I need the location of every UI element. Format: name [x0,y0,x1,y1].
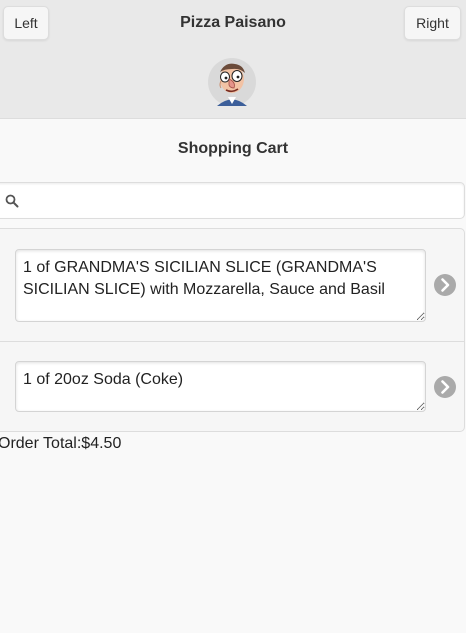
cart-item-text[interactable]: 1 of 20oz Soda (Coke) [15,361,426,412]
chevron-right-icon[interactable] [434,274,456,296]
order-total: Order Total:$4.50 [0,435,121,453]
cart-item-list: 1 of GRANDMA'S SICILIAN SLICE (GRANDMA'S… [0,228,465,432]
chevron-right-icon[interactable] [434,376,456,398]
right-button[interactable]: Right [404,6,461,40]
order-total-value: $4.50 [81,435,122,452]
search-input[interactable] [25,189,449,215]
logo-icon [208,58,256,106]
cart-item-text[interactable]: 1 of GRANDMA'S SICILIAN SLICE (GRANDMA'S… [15,249,426,322]
list-item[interactable]: 1 of 20oz Soda (Coke) [0,342,464,431]
cart-title: Shopping Cart [177,140,289,157]
order-total-label: Order Total: [0,435,82,452]
page-title: Pizza Paisano [180,14,286,31]
search-field[interactable] [0,182,465,219]
search-icon [5,194,19,208]
list-item[interactable]: 1 of GRANDMA'S SICILIAN SLICE (GRANDMA'S… [0,229,464,342]
header-bar: Left Pizza Paisano Right [0,0,466,119]
